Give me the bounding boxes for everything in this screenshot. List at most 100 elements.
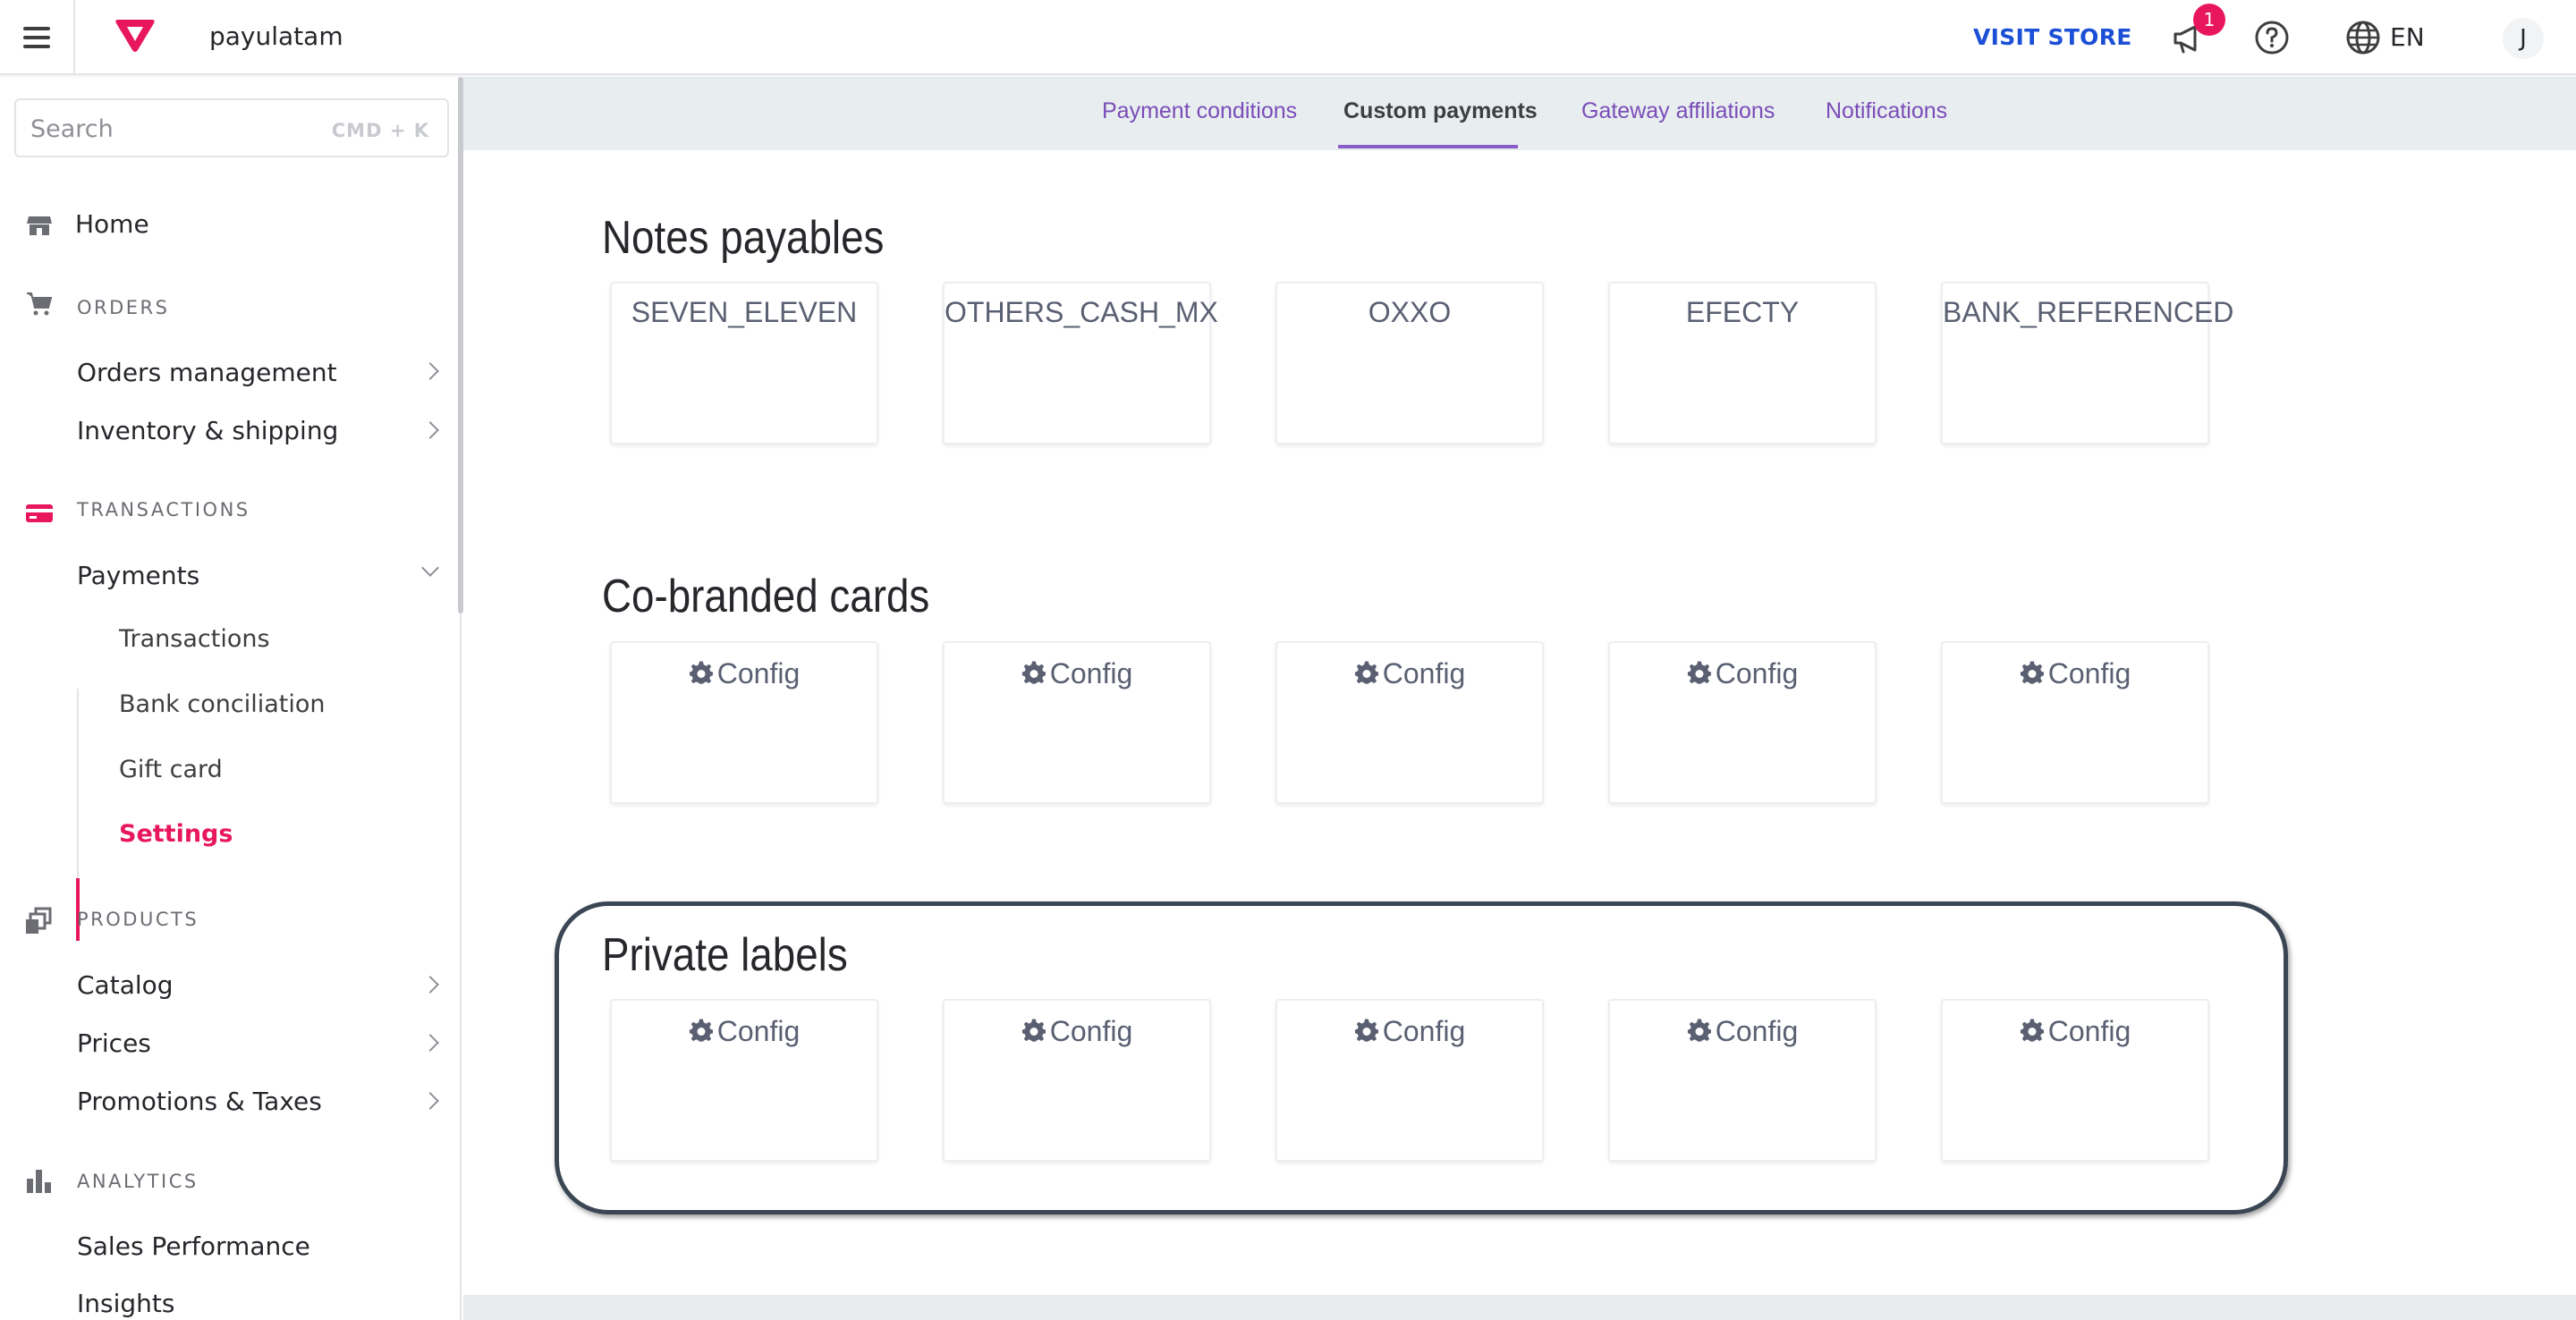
section-orders: ORDERS (77, 297, 170, 318)
card-label: SEVEN_ELEVEN (631, 296, 858, 328)
chevron-right-icon (421, 421, 439, 439)
menu-button[interactable] (0, 0, 75, 75)
config-link[interactable]: Config (1277, 1015, 1542, 1048)
sidebar: Search CMD + K Home ORDERS Orders manage… (0, 77, 462, 1320)
credit-card-icon (26, 504, 53, 522)
sidebar-item-insights[interactable]: Insights (77, 1289, 174, 1318)
gear-icon (1021, 1019, 1046, 1042)
config-label: Config (1382, 657, 1466, 690)
config-card[interactable]: Config (1275, 999, 1544, 1162)
gear-icon (689, 1019, 713, 1042)
config-label: Config (2047, 657, 2131, 690)
tab-payment-conditions[interactable]: Payment conditions (1102, 98, 1297, 124)
sidebar-item-home[interactable]: Home (75, 209, 149, 239)
horizontal-scrollbar[interactable] (463, 1295, 2576, 1320)
config-label: Config (1382, 1015, 1466, 1047)
gear-icon (1687, 1019, 1711, 1042)
config-card[interactable]: Config (1608, 641, 1877, 804)
gear-icon (2020, 1019, 2044, 1042)
sidebar-item-prices[interactable]: Prices (77, 1028, 151, 1058)
bar-chart-icon (27, 1170, 51, 1193)
top-bar: payulatam VISIT STORE 1 EN J (0, 0, 2576, 75)
vtex-logo[interactable] (114, 18, 156, 54)
store-icon (27, 216, 52, 235)
tab-notifications[interactable]: Notifications (1826, 98, 1947, 124)
section-title-co-branded-cards: Co-branded cards (602, 571, 930, 622)
gear-icon (1354, 661, 1378, 684)
sidebar-item-sales-performance[interactable]: Sales Performance (77, 1231, 310, 1261)
sidebar-item-promotions-taxes[interactable]: Promotions & Taxes (77, 1087, 322, 1116)
config-link[interactable]: Config (612, 657, 877, 690)
config-link[interactable]: Config (1610, 1015, 1875, 1048)
products-icon (26, 907, 52, 934)
section-transactions: TRANSACTIONS (77, 499, 250, 520)
notification-badge: 1 (2193, 4, 2225, 36)
visit-store-link[interactable]: VISIT STORE (1973, 24, 2132, 50)
search-input[interactable]: Search CMD + K (14, 98, 449, 157)
sidebar-item-transactions[interactable]: Transactions (119, 625, 270, 653)
card-label: OXXO (1368, 296, 1452, 328)
sidebar-item-inventory-shipping[interactable]: Inventory & shipping (77, 416, 338, 445)
config-card[interactable]: Config (1941, 999, 2209, 1162)
tab-gateway-affiliations[interactable]: Gateway affiliations (1581, 98, 1775, 124)
section-products: PRODUCTS (77, 909, 199, 930)
search-placeholder: Search (30, 115, 114, 143)
active-tab-underline (1338, 145, 1518, 148)
section-title-private-labels: Private labels (602, 929, 848, 981)
config-label: Config (716, 1015, 801, 1047)
payment-card[interactable]: EFECTY (1608, 282, 1877, 444)
payment-card[interactable]: OTHERS_CASH_MX (943, 282, 1218, 444)
config-label: Config (1049, 657, 1133, 690)
help-icon[interactable] (2254, 20, 2290, 55)
payment-card[interactable]: SEVEN_ELEVEN (610, 282, 878, 444)
sidebar-item-gift-card[interactable]: Gift card (119, 756, 223, 783)
card-label: OTHERS_CASH_MX (945, 296, 1218, 328)
gear-icon (2020, 661, 2044, 684)
sidebar-item-bank-conciliation[interactable]: Bank conciliation (119, 690, 326, 718)
settings-tabs: Payment conditions Custom payments Gatew… (463, 77, 2576, 150)
avatar[interactable]: J (2503, 18, 2544, 59)
chevron-right-icon (421, 1034, 439, 1052)
gear-icon (1021, 661, 1046, 684)
config-label: Config (716, 657, 801, 690)
search-shortcut: CMD + K (331, 120, 429, 141)
config-card[interactable]: Config (610, 641, 878, 804)
config-card[interactable]: Config (1608, 999, 1877, 1162)
payment-card[interactable]: OXXO (1275, 282, 1544, 444)
gear-icon (1687, 661, 1711, 684)
language-selector[interactable]: EN (2390, 22, 2425, 52)
globe-icon[interactable] (2345, 20, 2381, 55)
sidebar-item-payments[interactable]: Payments (77, 561, 199, 590)
sidebar-item-catalog[interactable]: Catalog (77, 970, 174, 1000)
config-label: Config (1715, 1015, 1799, 1047)
sidebar-item-settings[interactable]: Settings (119, 820, 233, 848)
chevron-down-icon (421, 559, 439, 577)
config-label: Config (1715, 657, 1799, 690)
gear-icon (689, 661, 713, 684)
card-label: EFECTY (1685, 296, 1800, 328)
section-analytics: ANALYTICS (77, 1171, 199, 1192)
config-link[interactable]: Config (945, 657, 1209, 690)
config-card[interactable]: Config (943, 641, 1211, 804)
config-link[interactable]: Config (945, 1015, 1209, 1048)
gear-icon (1354, 1019, 1378, 1042)
sidebar-item-orders-management[interactable]: Orders management (77, 358, 337, 387)
config-card[interactable]: Config (1275, 641, 1544, 804)
config-link[interactable]: Config (1943, 657, 2207, 690)
config-card[interactable]: Config (1941, 641, 2209, 804)
config-link[interactable]: Config (1943, 1015, 2207, 1048)
config-link[interactable]: Config (1277, 657, 1542, 690)
store-name: payulatam (209, 21, 343, 51)
chevron-right-icon (421, 1092, 439, 1110)
cart-icon (27, 292, 53, 316)
config-link[interactable]: Config (612, 1015, 877, 1048)
chevron-right-icon (421, 976, 439, 994)
config-link[interactable]: Config (1610, 657, 1875, 690)
config-card[interactable]: Config (943, 999, 1211, 1162)
config-label: Config (2047, 1015, 2131, 1047)
section-title-notes-payables: Notes payables (602, 212, 885, 264)
config-card[interactable]: Config (610, 999, 878, 1162)
config-label: Config (1049, 1015, 1133, 1047)
tab-custom-payments[interactable]: Custom payments (1343, 98, 1538, 124)
payment-card[interactable]: BANK_REFERENCED (1941, 282, 2233, 444)
